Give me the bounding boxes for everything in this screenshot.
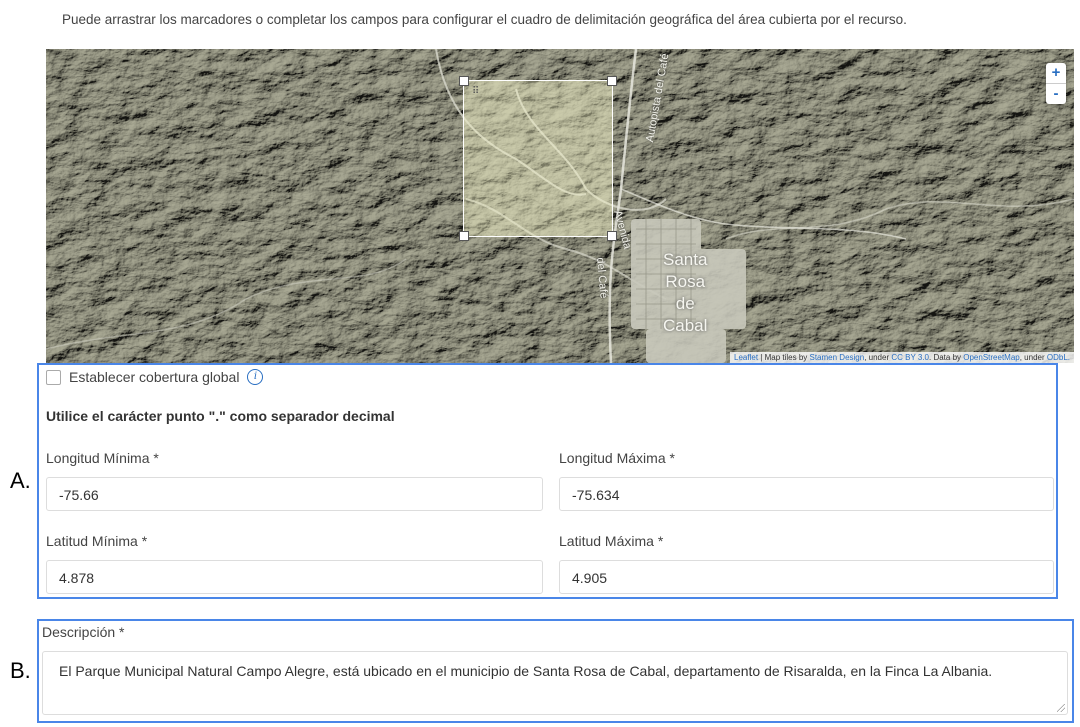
resize-handle-icon[interactable]	[1057, 704, 1065, 712]
lon-max-input[interactable]: -75.634	[559, 477, 1054, 511]
zoom-control: + -	[1046, 63, 1066, 104]
description-label: Descripción *	[42, 624, 125, 640]
description-textarea[interactable]: El Parque Municipal Natural Campo Alegre…	[42, 651, 1068, 715]
annotation-label-a: A.	[10, 468, 31, 493]
drag-move-icon[interactable]: ⠿	[472, 87, 479, 97]
global-coverage-row: Establecer cobertura global i	[46, 369, 264, 385]
intro-text: Puede arrastrar los marcadores o complet…	[62, 12, 907, 27]
map-attribution: Leaflet | Map tiles by Stamen Design, un…	[730, 352, 1074, 363]
zoom-in-button[interactable]: +	[1046, 63, 1066, 83]
description-text: El Parque Municipal Natural Campo Alegre…	[59, 663, 993, 679]
info-icon[interactable]: i	[247, 369, 264, 385]
decimal-separator-note: Utilice el carácter punto "." como separ…	[46, 408, 395, 424]
lat-min-label: Latitud Mínima *	[46, 533, 148, 549]
lat-max-input[interactable]: 4.905	[559, 560, 1054, 594]
stamen-link[interactable]: Stamen Design	[810, 353, 865, 362]
bbox-handle-bottom-left[interactable]	[459, 231, 469, 241]
map-view[interactable]: Autopista del Café Avenida del Café Sant…	[46, 49, 1074, 363]
lon-min-input[interactable]: -75.66	[46, 477, 543, 511]
odbl-link[interactable]: ODbL.	[1047, 353, 1070, 362]
global-coverage-checkbox[interactable]	[46, 369, 61, 385]
lon-min-label: Longitud Mínima *	[46, 450, 159, 466]
ccby-link[interactable]: CC BY 3.0	[891, 353, 929, 362]
bbox-handle-bottom-right[interactable]	[607, 231, 617, 241]
lat-min-input[interactable]: 4.878	[46, 560, 543, 594]
annotation-label-b: B.	[10, 658, 31, 683]
bounding-box-rectangle[interactable]: ⠿	[459, 76, 617, 241]
zoom-out-button[interactable]: -	[1046, 83, 1066, 104]
city-label: Santa Rosa de Cabal	[663, 250, 708, 335]
lat-max-label: Latitud Máxima *	[559, 533, 664, 549]
global-coverage-label: Establecer cobertura global	[69, 369, 240, 385]
bbox-handle-top-left[interactable]	[459, 76, 469, 86]
leaflet-link[interactable]: Leaflet	[734, 353, 758, 362]
bbox-handle-top-right[interactable]	[607, 76, 617, 86]
osm-link[interactable]: OpenStreetMap	[963, 353, 1019, 362]
lon-max-label: Longitud Máxima *	[559, 450, 675, 466]
